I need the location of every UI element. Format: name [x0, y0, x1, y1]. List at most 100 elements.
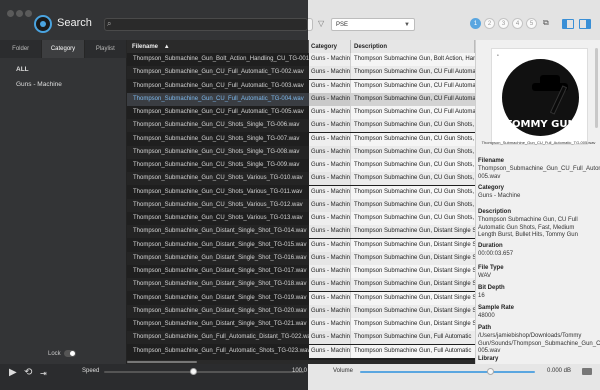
description-cell: Thompson Submachine Gun, CU Full Automat…: [351, 106, 475, 119]
column-header-filename-label: Filename: [132, 44, 159, 50]
play-icon[interactable]: ▶: [9, 367, 17, 378]
description-cell: Thompson Submachine Gun, Distant Single …: [351, 251, 475, 265]
page-button-4[interactable]: 4: [512, 18, 523, 29]
table-row[interactable]: Thompson_Submachine_Gun_Distant_Single_S…: [127, 304, 475, 318]
filter-icon[interactable]: ▽: [318, 19, 324, 28]
filename-cell: Thompson_Submachine_Gun_CU_Shots_Single_…: [133, 162, 300, 168]
description-cell: Thompson Submachine Gun, CU Gun Shots, S…: [351, 132, 475, 146]
detail-label: Bit Depth: [478, 285, 505, 291]
close-window-button[interactable]: [7, 10, 14, 17]
copy-icon[interactable]: ⧉: [543, 18, 549, 29]
detail-value: Guns - Machine: [478, 193, 521, 199]
table-row[interactable]: Thompson_Submachine_Gun_Distant_Single_S…: [127, 318, 475, 331]
description-cell: Thompson Submachine Gun, CU Full Automat…: [351, 92, 475, 106]
detail-value: Thompson_Submachine_Gun_CU_Full_Automati…: [478, 166, 600, 180]
description-cell: Thompson Submachine Gun, Full Automatic: [351, 344, 475, 358]
search-input[interactable]: ⌕: [104, 18, 308, 31]
table-row[interactable]: Thompson_Submachine_Gun_CU_Shots_Single_…: [127, 159, 475, 172]
table-row[interactable]: Thompson_Submachine_Gun_CU_Shots_Single_…: [127, 145, 475, 159]
horizontal-scrollbar-thumb[interactable]: [127, 361, 197, 363]
category-cell: Guns - Machine: [309, 251, 351, 265]
table-row[interactable]: Thompson_Submachine_Gun_Distant_Single_S…: [127, 225, 475, 239]
category-cell: Guns - Machine: [309, 66, 351, 80]
column-header-category[interactable]: Category: [309, 40, 351, 53]
filename-cell: Thompson_Submachine_Gun_CU_Shots_Single_…: [133, 135, 300, 142]
table-row[interactable]: Thompson_Submachine_Gun_Distant_Single_S…: [127, 238, 475, 252]
category-cell: Guns - Machine: [309, 106, 351, 119]
table-row[interactable]: Thompson_Submachine_Gun_Distant_Single_S…: [127, 291, 475, 305]
category-cell: Guns - Machine: [309, 304, 351, 318]
volume-slider-knob[interactable]: [487, 368, 494, 375]
description-cell: Thompson Submachine Gun, Distant Single …: [351, 278, 475, 292]
table-row[interactable]: Thompson_Submachine_Gun_CU_Shots_Single_…: [127, 119, 475, 133]
tab-category[interactable]: Category: [42, 40, 85, 58]
detail-label: Duration: [478, 243, 503, 249]
details-toggle-icon[interactable]: [579, 19, 591, 29]
table-row[interactable]: Thompson_Submachine_Gun_CU_Shots_Various…: [127, 185, 475, 199]
zoom-window-button[interactable]: [25, 10, 32, 17]
tab-playlist[interactable]: Playlist: [84, 40, 127, 58]
description-cell: Thompson Submachine Gun, Bolt Action, Ha…: [351, 53, 475, 66]
filename-cell: Thompson_Submachine_Gun_Distant_Single_S…: [133, 321, 307, 327]
filename-cell: Thompson_Submachine_Gun_CU_Shots_Various…: [127, 172, 309, 186]
page-button-2[interactable]: 2: [484, 18, 495, 29]
filename-cell: Thompson_Submachine_Gun_CU_Shots_Various…: [133, 188, 303, 195]
tab-folder[interactable]: Folder: [0, 40, 43, 58]
sidebar-item-guns-machine[interactable]: Guns - Machine: [16, 81, 62, 88]
skip-icon[interactable]: ⇥: [40, 369, 47, 378]
sidebar-toggle-icon[interactable]: [562, 19, 574, 29]
description-cell: Thompson Submachine Gun, Distant Single …: [351, 238, 475, 252]
brand-logo-icon: ●: [497, 53, 499, 57]
table-row[interactable]: Thompson_Submachine_Gun_CU_Shots_Various…: [127, 198, 475, 212]
category-cell: Guns - Machine: [309, 53, 351, 66]
volume-label: Volume: [333, 368, 354, 374]
table-row[interactable]: Thompson_Submachine_Gun_Full_Automatic_S…: [127, 344, 475, 358]
speed-label: Speed: [82, 368, 100, 374]
sort-ascending-icon: ▲: [163, 44, 170, 50]
table-row[interactable]: Thompson_Submachine_Gun_CU_Full_Automati…: [127, 92, 475, 106]
page-button-5[interactable]: 5: [526, 18, 537, 29]
library-select[interactable]: PSE ▼: [331, 18, 415, 31]
table-row[interactable]: Thompson_Submachine_Gun_CU_Full_Automati…: [127, 66, 475, 80]
filename-cell: Thompson_Submachine_Gun_CU_Full_Automati…: [127, 92, 309, 106]
filename-cell: Thompson_Submachine_Gun_CU_Shots_Single_…: [127, 119, 309, 133]
sidebar-item-all[interactable]: ALL: [16, 66, 29, 73]
category-cell: Guns - Machine: [309, 92, 351, 106]
table-row[interactable]: Thompson_Submachine_Gun_Distant_Single_S…: [127, 278, 475, 292]
speed-slider-knob[interactable]: [190, 368, 197, 375]
lock-toggle[interactable]: [64, 350, 76, 357]
table-row[interactable]: Thompson_Submachine_Gun_Full_Automatic_D…: [127, 331, 475, 345]
filename-cell: Thompson_Submachine_Gun_Distant_Single_S…: [127, 278, 309, 292]
table-row[interactable]: Thompson_Submachine_Gun_CU_Full_Automati…: [127, 106, 475, 119]
filename-cell: Thompson_Submachine_Gun_Full_Automatic_S…: [133, 347, 309, 354]
library-select-value: PSE: [336, 22, 349, 28]
column-header-filename[interactable]: Filename ▲: [127, 40, 309, 53]
speed-slider[interactable]: [104, 371, 304, 373]
table-row[interactable]: Thompson_Submachine_Gun_CU_Shots_Single_…: [127, 132, 475, 146]
table-row[interactable]: Thompson_Submachine_Gun_CU_Shots_Various…: [127, 172, 475, 186]
category-cell: Guns - Machine: [309, 278, 351, 292]
table-header: Filename ▲ Category Description: [127, 40, 475, 53]
minimize-window-button[interactable]: [16, 10, 23, 17]
page-button-1[interactable]: 1: [470, 18, 481, 29]
speed-value: 100.0: [292, 368, 308, 374]
table-row[interactable]: Thompson_Submachine_Gun_Distant_Single_S…: [127, 251, 475, 265]
description-cell: Thompson Submachine Gun, CU Gun Shots, V…: [351, 172, 475, 186]
table-row[interactable]: Thompson_Submachine_Gun_Distant_Single_S…: [127, 265, 475, 278]
detail-label: Category: [478, 185, 505, 191]
details-scrollbar[interactable]: [595, 48, 598, 128]
folder-icon[interactable]: [582, 368, 592, 375]
volume-slider[interactable]: [360, 371, 535, 373]
table-row[interactable]: Thompson_Submachine_Gun_CU_Full_Automati…: [127, 79, 475, 93]
filename-cell: Thompson_Submachine_Gun_Distant_Single_S…: [127, 225, 309, 239]
loop-icon[interactable]: ⟲: [24, 367, 32, 378]
page-button-3[interactable]: 3: [498, 18, 509, 29]
search-input-end[interactable]: [308, 18, 313, 31]
column-header-description[interactable]: Description: [351, 40, 475, 53]
table-row[interactable]: Thompson_Submachine_Gun_CU_Shots_Various…: [127, 212, 475, 225]
category-cell: Guns - Machine: [309, 225, 351, 239]
table-row[interactable]: Thompson_Submachine_Gun_Bolt_Action_Hand…: [127, 53, 475, 66]
description-cell: Thompson Submachine Gun, Distant Single …: [351, 225, 475, 239]
description-cell: Thompson Submachine Gun, CU Gun Shots, V…: [351, 198, 475, 212]
description-cell: Thompson Submachine Gun, CU Gun Shots, V…: [351, 212, 475, 225]
